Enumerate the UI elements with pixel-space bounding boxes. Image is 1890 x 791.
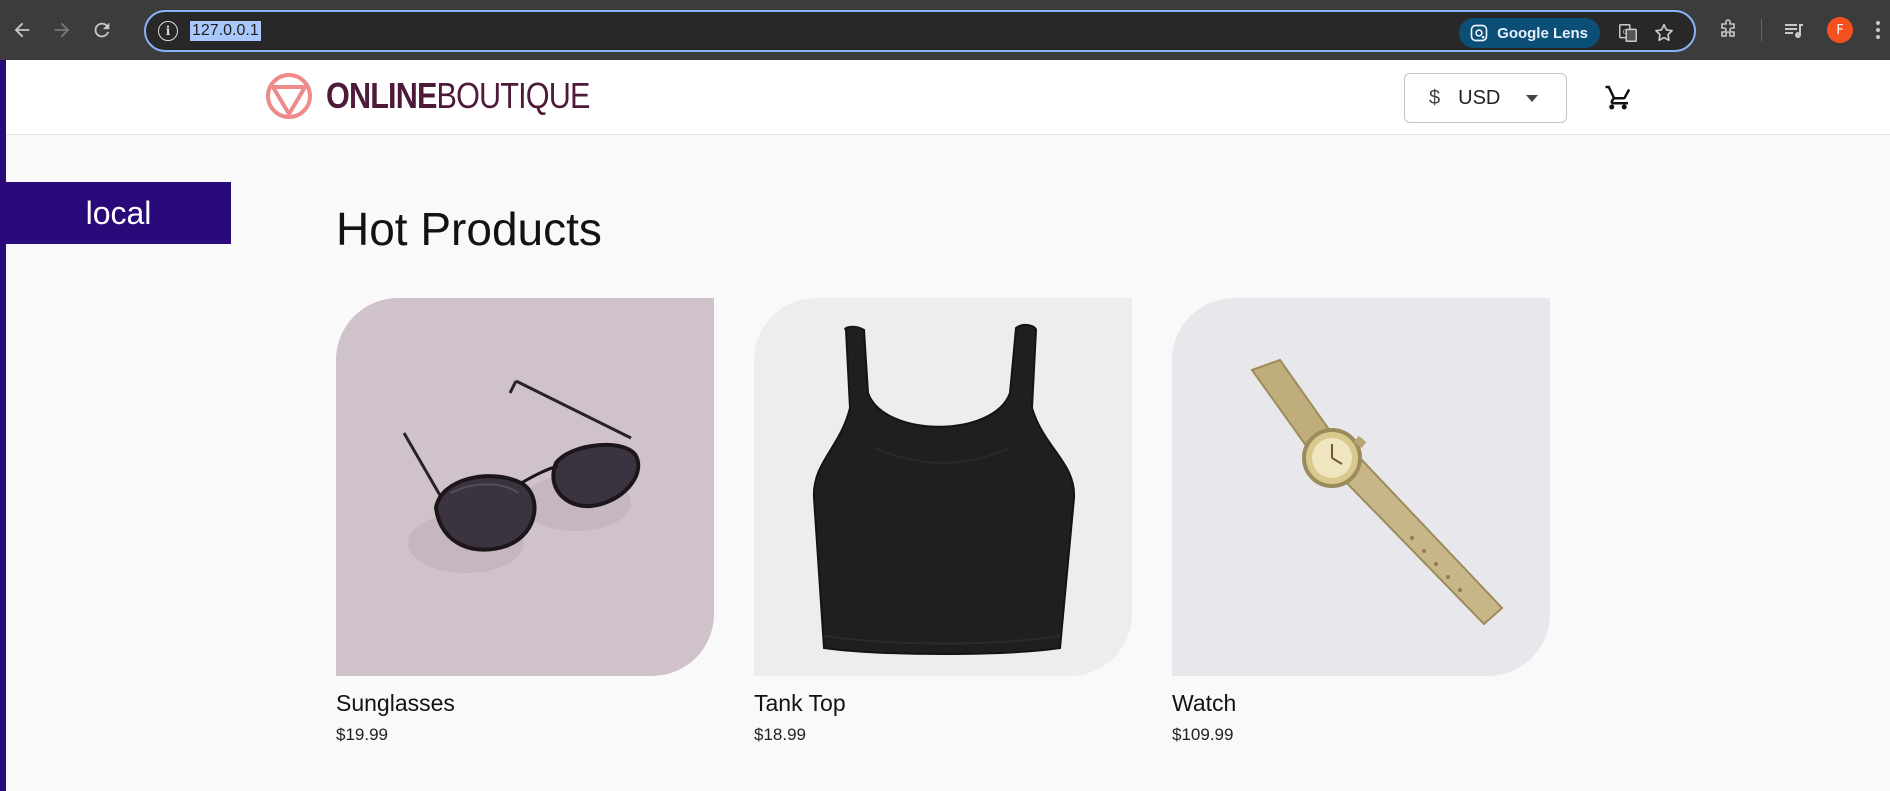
currency-code: USD: [1458, 86, 1501, 109]
cart-icon: [1605, 85, 1631, 110]
arrow-left-icon: [14, 22, 30, 38]
product-image[interactable]: [336, 298, 714, 676]
page-viewport: ONLINEBOUTIQUE $ USD local Hot Products: [0, 60, 1890, 791]
product-grid: Sunglasses $19.99 Tank Top $18.99 Watch …: [336, 298, 1550, 745]
profile-avatar[interactable]: F: [1827, 14, 1853, 46]
currency-symbol: $: [1429, 86, 1441, 109]
media-control-button[interactable]: [1782, 14, 1806, 46]
product-name[interactable]: Watch: [1172, 690, 1550, 717]
logo-wordmark: ONLINEBOUTIQUE: [326, 75, 590, 117]
toolbar-divider: [1761, 14, 1762, 46]
svg-text:G: G: [1623, 28, 1628, 36]
reload-button[interactable]: [82, 10, 122, 50]
caret-down-icon: [1526, 94, 1539, 102]
forward-button[interactable]: [42, 10, 82, 50]
site-header: ONLINEBOUTIQUE $ USD: [6, 60, 1890, 135]
site-info-icon[interactable]: i: [158, 21, 178, 41]
extensions-button[interactable]: [1716, 14, 1740, 46]
lens-icon: [1470, 24, 1488, 42]
watch-image: [1172, 298, 1550, 676]
google-lens-label: Google Lens: [1497, 24, 1588, 42]
product-name[interactable]: Tank Top: [754, 690, 1132, 717]
bookmark-star-icon[interactable]: [1652, 21, 1676, 45]
browser-menu-button[interactable]: [1874, 14, 1882, 46]
product-name[interactable]: Sunglasses: [336, 690, 714, 717]
product-price: $109.99: [1172, 725, 1234, 744]
page-title: Hot Products: [336, 203, 602, 255]
arrow-right-icon: [54, 22, 70, 38]
currency-select[interactable]: $ USD: [1404, 73, 1567, 123]
more-vert-icon: [1876, 21, 1880, 39]
back-button[interactable]: [2, 10, 42, 50]
address-bar[interactable]: i 127.0.0.1 Google Lens G: [144, 10, 1696, 52]
url-text[interactable]: 127.0.0.1: [190, 21, 261, 41]
product-price: $19.99: [336, 725, 388, 744]
product-card[interactable]: Watch $109.99: [1172, 298, 1550, 745]
translate-icon[interactable]: G: [1616, 21, 1640, 45]
queue-music-icon: [1785, 24, 1803, 39]
product-card[interactable]: Tank Top $18.99: [754, 298, 1132, 745]
product-image[interactable]: [754, 298, 1132, 676]
google-lens-button[interactable]: Google Lens: [1459, 18, 1600, 48]
site-logo[interactable]: ONLINEBOUTIQUE: [264, 71, 636, 121]
logo-light-text: BOUTIQUE: [436, 75, 591, 116]
tank-top-image: [754, 298, 1132, 676]
product-card[interactable]: Sunglasses $19.99: [336, 298, 714, 745]
logo-bold-text: ONLINE: [326, 75, 437, 116]
logo-triangle-icon: [266, 73, 312, 119]
profile-initial: F: [1827, 17, 1853, 43]
product-image[interactable]: [1172, 298, 1550, 676]
product-price: $18.99: [754, 725, 806, 744]
browser-toolbar: i 127.0.0.1 Google Lens G F: [0, 0, 1890, 60]
cart-button[interactable]: [1603, 82, 1633, 112]
puzzle-icon: [1721, 19, 1735, 37]
environment-badge: local: [6, 182, 231, 244]
sunglasses-image: [336, 298, 714, 676]
reload-icon: [94, 22, 110, 38]
